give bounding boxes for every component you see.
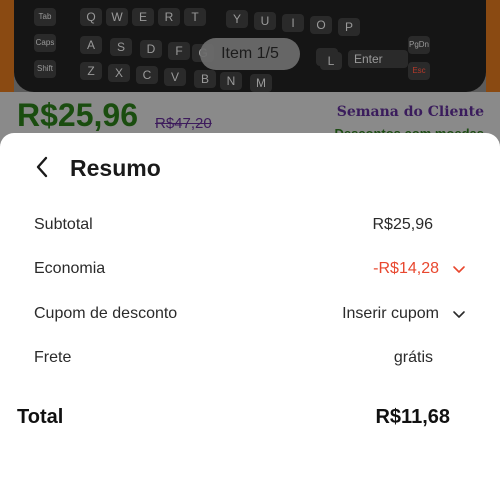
- key: L: [320, 52, 342, 70]
- key: Y: [226, 10, 248, 28]
- key: Shift: [34, 60, 56, 78]
- summary-sheet: Resumo Subtotal R$25,96 Economia -R$14,2…: [0, 133, 500, 486]
- key: D: [140, 40, 162, 58]
- back-button[interactable]: [28, 153, 56, 181]
- chevron-down-icon[interactable]: [452, 263, 466, 277]
- sheet-title: Resumo: [70, 155, 161, 181]
- photo-edge: [0, 0, 14, 92]
- key: Z: [80, 62, 102, 80]
- shipping-row: Frete grátis: [0, 344, 500, 374]
- key: Tab: [34, 8, 56, 26]
- total-label: Total: [17, 406, 64, 428]
- key: I: [282, 14, 304, 32]
- key: N: [220, 72, 242, 90]
- gallery-counter: Item 1/5: [200, 38, 300, 70]
- key: B: [194, 70, 216, 88]
- chevron-down-icon[interactable]: [452, 308, 466, 322]
- product-price: R$25,96: [17, 97, 138, 133]
- total-row: Total R$11,68: [0, 401, 500, 435]
- key: T: [184, 8, 206, 26]
- coupon-label: Cupom de desconto: [34, 305, 178, 322]
- key: Esc: [408, 62, 430, 80]
- product-old-price: R$47,20: [155, 115, 212, 132]
- economia-value: -R$14,28: [373, 260, 439, 277]
- shipping-label: Frete: [34, 349, 72, 366]
- key: X: [108, 64, 130, 82]
- key: R: [158, 8, 180, 26]
- subtotal-value: R$25,96: [372, 216, 434, 233]
- key: Q: [80, 8, 102, 26]
- total-value: R$11,68: [375, 406, 450, 428]
- shipping-value: grátis: [393, 349, 433, 366]
- insert-coupon-link[interactable]: Inserir cupom: [342, 305, 439, 323]
- key: E: [132, 8, 154, 26]
- key: Enter: [348, 50, 408, 68]
- key: O: [310, 16, 332, 34]
- key: Caps: [34, 34, 56, 52]
- key: F: [168, 42, 190, 60]
- subtotal-label: Subtotal: [34, 216, 93, 233]
- key: A: [80, 36, 102, 54]
- coupon-row[interactable]: Cupom de desconto Inserir cupom: [0, 300, 500, 330]
- subtotal-row: Subtotal R$25,96: [0, 211, 500, 241]
- key: C: [136, 66, 158, 84]
- photo-edge: [486, 0, 500, 92]
- key: V: [164, 68, 186, 86]
- checkout-screen: Tab Q W E R T Y U I O P Caps A S D F G K…: [0, 0, 500, 486]
- chevron-left-icon: [36, 156, 48, 178]
- key: U: [254, 12, 276, 30]
- promo-title: Semana do Cliente: [336, 104, 484, 120]
- key: PgDn: [408, 36, 430, 54]
- economia-label: Economia: [34, 260, 106, 277]
- key: S: [110, 38, 132, 56]
- key: M: [250, 74, 272, 92]
- key: P: [338, 18, 360, 36]
- key: W: [106, 8, 128, 26]
- economia-row[interactable]: Economia -R$14,28: [0, 255, 500, 285]
- sheet-header: Resumo: [0, 133, 500, 203]
